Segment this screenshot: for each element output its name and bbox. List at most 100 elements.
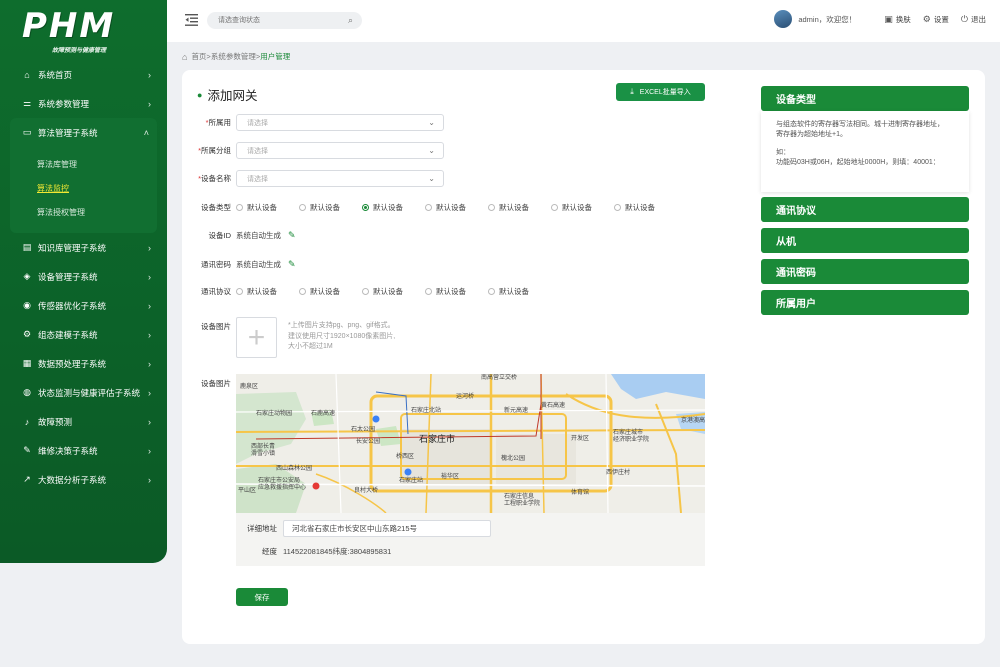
- search-input[interactable]: [207, 12, 327, 29]
- sidebar-item-sensor[interactable]: ◉ 传感器优化子系统 ›: [0, 291, 167, 320]
- svg-text:体育馆: 体育馆: [571, 488, 589, 496]
- topbar: ⌕ admin，欢迎您！ ▣ 换肤 ⚙ 设置 ⏻ 退出: [167, 0, 1000, 42]
- sidebar-item-algorithm[interactable]: ▭ 算法管理子系统 ˄: [10, 118, 157, 147]
- chevron-right-icon: ›: [148, 416, 151, 427]
- device-type-radio[interactable]: 默认设备: [299, 202, 362, 213]
- svg-text:石家庄市: 石家庄市: [419, 433, 455, 444]
- sidebar-item-modeling[interactable]: ⚙ 组态建模子系统 ›: [0, 320, 167, 349]
- address-row: 详细地址: [236, 520, 491, 537]
- svg-text:石家庄站: 石家庄站: [399, 476, 423, 484]
- owner-select[interactable]: 请选择 ⌄: [236, 114, 444, 131]
- wrench-icon: ✎: [23, 445, 31, 455]
- svg-text:石家庄动物园: 石家庄动物园: [256, 409, 292, 417]
- sidebar-item-preprocess[interactable]: ▦ 数据预处理子系统 ›: [0, 349, 167, 378]
- protocol-radio[interactable]: 默认设备: [425, 286, 488, 297]
- protocol-radio-label: 默认设备: [310, 287, 340, 296]
- device-type-radio[interactable]: 默认设备: [425, 202, 488, 213]
- protocol-radio[interactable]: 默认设备: [362, 286, 425, 297]
- logo-title: PHM: [22, 6, 116, 46]
- coord-value: 114522081845纬度:3804895831: [283, 547, 392, 556]
- upload-tip: *上传图片支持pg、png、gif格式。 建议使用尺寸1920×1080像素图片…: [288, 321, 395, 353]
- edit-icon[interactable]: ✎: [288, 230, 296, 241]
- radio-circle-icon: [425, 204, 432, 211]
- chevron-down-icon: ⌄: [428, 174, 435, 183]
- help-section-header[interactable]: 通讯密码: [761, 259, 969, 284]
- sidebar-item-label: 算法管理子系统: [38, 127, 98, 138]
- protocol-radio[interactable]: 默认设备: [299, 286, 362, 297]
- svg-text:石鹿高速: 石鹿高速: [311, 409, 335, 417]
- logout-button[interactable]: ⏻ 退出: [961, 14, 986, 25]
- radio-circle-icon: [614, 204, 621, 211]
- image-row: 设备图片: [182, 321, 231, 332]
- sidebar-item-home[interactable]: ⌂ 系统首页 ›: [0, 60, 167, 89]
- settings-button[interactable]: ⚙ 设置: [923, 14, 949, 25]
- device-type-radio[interactable]: 默认设备: [551, 202, 614, 213]
- edit-icon[interactable]: ✎: [288, 259, 296, 270]
- sidebar-item-fault-predict[interactable]: ♪ 故障预测 ›: [0, 407, 167, 436]
- device-type-radio-label: 默认设备: [625, 203, 655, 212]
- excel-import-button[interactable]: ⤓ EXCEL批量导入: [616, 83, 705, 101]
- device-type-radio-label: 默认设备: [247, 203, 277, 212]
- svg-text:石家庄城市: 石家庄城市: [613, 428, 643, 436]
- device-type-radio[interactable]: 默认设备: [614, 202, 677, 213]
- sidebar-item-device[interactable]: ◈ 设备管理子系统 ›: [0, 262, 167, 291]
- device-type-radio-label: 默认设备: [436, 203, 466, 212]
- radio-circle-icon: [236, 204, 243, 211]
- protocol-radio-group: 默认设备 默认设备 默认设备 默认设备 默认设备: [236, 286, 551, 297]
- sidebar-item-maintenance[interactable]: ✎ 维修决策子系统 ›: [0, 436, 167, 465]
- help-section-header[interactable]: 所属用户: [761, 290, 969, 315]
- svg-text:开发区: 开发区: [571, 434, 589, 442]
- dashboard-icon: ◍: [23, 387, 31, 397]
- sidebar-item-system-params[interactable]: ⚌ 系统参数管理 ›: [0, 89, 167, 118]
- radio-circle-icon: [299, 288, 306, 295]
- sidebar-item-knowledge[interactable]: ▤ 知识库管理子系统 ›: [0, 233, 167, 262]
- coord-label: 经度: [262, 547, 277, 556]
- sub-item-algorithm-library[interactable]: 算法库管理: [10, 153, 157, 177]
- layers-icon: ◈: [23, 271, 31, 281]
- help-section-header[interactable]: 从机: [761, 228, 969, 253]
- sub-item-algorithm-monitor[interactable]: 算法监控: [10, 177, 157, 201]
- chevron-right-icon: ›: [148, 300, 151, 311]
- sidebar-item-label: 传感器优化子系统: [38, 300, 107, 311]
- skin-button[interactable]: ▣ 换肤: [884, 14, 911, 25]
- map[interactable]: 鹿泉区 南高营立交桥 运河桥 石家庄动物园 石家庄北站 石鹿高速 新元高速 黄石…: [236, 374, 705, 513]
- device-name-select[interactable]: 请选择 ⌄: [236, 170, 444, 187]
- settings-icon: ⚙: [922, 13, 931, 24]
- save-button[interactable]: 保存: [236, 588, 288, 606]
- help-section-header[interactable]: 通讯协议: [761, 197, 969, 222]
- svg-text:西伊庄村: 西伊庄村: [606, 468, 630, 476]
- image-upload-button[interactable]: +: [236, 317, 277, 358]
- group-select[interactable]: 请选择 ⌄: [236, 142, 444, 159]
- sidebar-item-label: 状态监测与健康评估子系统: [38, 387, 141, 398]
- device-type-radio[interactable]: 默认设备: [362, 202, 425, 213]
- device-type-radio[interactable]: 默认设备: [488, 202, 551, 213]
- search-icon[interactable]: ⌕: [348, 15, 353, 26]
- sidebar-item-label: 知识库管理子系统: [38, 242, 107, 253]
- svg-text:京港澳高速: 京港澳高速: [681, 416, 705, 424]
- help-text-line: 如：: [776, 149, 790, 156]
- menu-collapse-icon[interactable]: [185, 14, 198, 26]
- breadcrumb-path[interactable]: 首页>系统参数管理>: [191, 51, 260, 62]
- logout-label: 退出: [971, 14, 986, 24]
- home-icon[interactable]: ⌂: [182, 52, 187, 62]
- book-icon: ▤: [22, 242, 32, 252]
- help-section-password: 通讯密码: [761, 259, 969, 284]
- coord-row: 经度 114522081845纬度:3804895831: [236, 546, 391, 557]
- address-input[interactable]: [283, 520, 491, 537]
- protocol-radio[interactable]: 默认设备: [236, 286, 299, 297]
- chart-icon: ↗: [23, 474, 31, 484]
- sidebar-item-bigdata[interactable]: ↗ 大数据分析子系统 ›: [0, 465, 167, 494]
- protocol-radio[interactable]: 默认设备: [488, 286, 551, 297]
- settings-label: 设置: [933, 14, 949, 24]
- owner-select-placeholder: 请选择: [247, 119, 268, 127]
- protocol-radio-label: 默认设备: [436, 287, 466, 296]
- svg-text:石家庄北站: 石家庄北站: [411, 406, 441, 414]
- radio-circle-icon: [362, 288, 369, 295]
- protocol-row: 通讯协议 默认设备 默认设备 默认设备 默认设备 默认设备: [182, 286, 551, 297]
- help-section-header[interactable]: 设备类型: [761, 86, 969, 111]
- avatar[interactable]: [774, 10, 793, 28]
- sub-item-algorithm-license[interactable]: 算法授权管理: [10, 201, 157, 225]
- svg-text:西山森林公园: 西山森林公园: [276, 464, 312, 472]
- device-type-radio[interactable]: 默认设备: [236, 202, 299, 213]
- sidebar-item-health[interactable]: ◍ 状态监测与健康评估子系统 ›: [0, 378, 167, 407]
